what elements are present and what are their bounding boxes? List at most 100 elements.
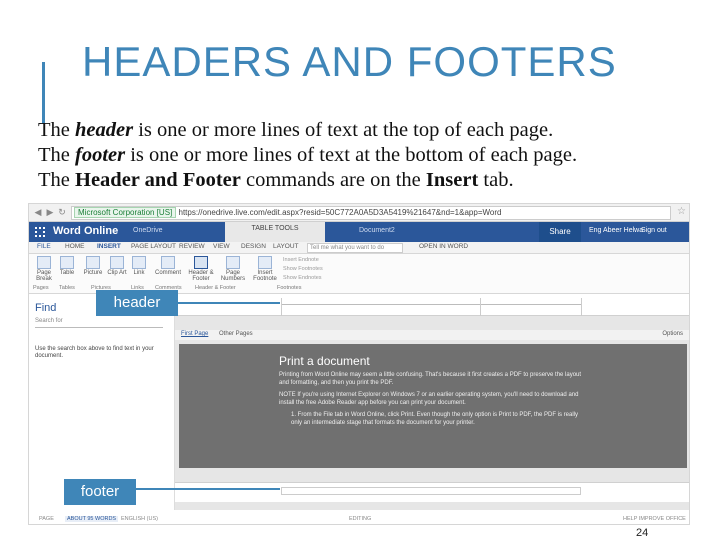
title-accent-bar: [42, 62, 45, 124]
term-header: header: [75, 119, 134, 141]
table-tools-tab[interactable]: TABLE TOOLS: [225, 222, 325, 242]
link-icon: [132, 256, 146, 269]
word-online-screenshot: ◀ ▶ ↻ Microsoft Corporation [US] https:/…: [28, 203, 690, 525]
body-line-footer: The footer is one or more lines of text …: [38, 143, 708, 168]
tell-me-input[interactable]: Tell me what you want to do: [307, 243, 403, 253]
footer-guide-box: [281, 487, 581, 495]
document-paragraph: Printing from Word Online may seem a lit…: [279, 372, 582, 386]
button-label: Link: [133, 270, 145, 276]
header-guide-line: [281, 304, 581, 305]
user-name[interactable]: Eng Abeer Helwa: [589, 227, 643, 234]
onedrive-link[interactable]: OneDrive: [133, 227, 163, 234]
document-content: Print a document Printing from Word Onli…: [279, 354, 589, 427]
slide-title: HEADERS AND FOOTERS: [82, 38, 617, 85]
page-break-button[interactable]: Page Break: [33, 256, 55, 282]
header-pane-tabs: First Page Other Pages Options: [175, 330, 689, 340]
header-divider: [281, 298, 282, 316]
status-language[interactable]: ENGLISH (US): [121, 516, 158, 522]
app-name[interactable]: Word Online: [53, 225, 118, 237]
document-note: NOTE If you're using Internet Explorer o…: [279, 392, 579, 406]
button-label: Header & Footer: [188, 270, 214, 282]
status-editing[interactable]: EDITING: [349, 516, 371, 522]
body-line-commands: The Header and Footer commands are on th…: [38, 168, 708, 193]
share-button[interactable]: Share: [539, 222, 581, 242]
tab-other-pages[interactable]: Other Pages: [219, 331, 253, 337]
insert-footnote-button[interactable]: Insert Footnote: [251, 256, 279, 282]
options-dropdown[interactable]: Options: [662, 331, 683, 337]
document-heading: Print a document: [279, 354, 370, 368]
open-in-word-button[interactable]: OPEN IN WORD: [419, 243, 468, 250]
show-endnotes-option[interactable]: Show Endnotes: [283, 275, 322, 281]
term-header-and-footer: Header and Footer: [75, 169, 241, 191]
app-launcher-icon[interactable]: [35, 227, 45, 237]
page-break-icon: [37, 256, 51, 269]
comment-icon: [161, 256, 175, 269]
table-button[interactable]: Table: [57, 256, 77, 276]
ribbon-tabs: FILE HOME INSERT PAGE LAYOUT REVIEW VIEW…: [29, 242, 689, 254]
comment-button[interactable]: Comment: [153, 256, 183, 276]
line-text: commands are on the: [240, 169, 426, 191]
tab-review[interactable]: REVIEW: [179, 243, 205, 250]
tab-layout[interactable]: LAYOUT: [273, 243, 299, 250]
header-footer-button[interactable]: Header & Footer: [187, 256, 215, 282]
group-label-header-footer: Header & Footer: [195, 285, 236, 291]
body-text: The header is one or more lines of text …: [38, 118, 708, 193]
bookmark-star-icon[interactable]: ☆: [677, 206, 686, 217]
line-text: The: [38, 119, 75, 141]
find-search-input[interactable]: Search for: [35, 318, 163, 328]
show-footnotes-option[interactable]: Show Footnotes: [283, 266, 323, 272]
button-label: Comment: [154, 270, 181, 276]
link-button[interactable]: Link: [129, 256, 149, 276]
status-help-improve[interactable]: HELP IMPROVE OFFICE: [623, 516, 686, 522]
sign-out-link[interactable]: Sign out: [641, 227, 667, 234]
tab-file[interactable]: FILE: [37, 243, 51, 250]
browser-bar: ◀ ▶ ↻ Microsoft Corporation [US] https:/…: [29, 204, 689, 222]
refresh-icon[interactable]: ↻: [57, 207, 67, 217]
line-text: The: [38, 144, 75, 166]
group-label-footnotes: Footnotes: [277, 285, 302, 291]
status-word-count: ABOUT 95 WORDS: [65, 516, 119, 522]
back-icon[interactable]: ◀: [33, 207, 43, 217]
address-bar[interactable]: Microsoft Corporation [US] https://onedr…: [71, 206, 671, 220]
tab-first-page[interactable]: First Page: [181, 331, 208, 337]
clip-art-button[interactable]: Clip Art: [107, 256, 127, 276]
header-callout: header: [96, 290, 178, 316]
line-text: is one or more lines of text at the bott…: [125, 144, 578, 166]
line-text: The: [38, 169, 75, 191]
document-name[interactable]: Document2: [359, 227, 395, 234]
footer-callout: footer: [64, 479, 136, 505]
tab-home[interactable]: HOME: [65, 243, 85, 250]
body-line-header: The header is one or more lines of text …: [38, 118, 708, 143]
header-callout-line: [178, 302, 280, 304]
page-numbers-icon: [226, 256, 240, 269]
button-label: Clip Art: [107, 270, 127, 276]
button-label: Page Numbers: [220, 270, 246, 282]
header-divider: [581, 298, 582, 316]
tab-view[interactable]: VIEW: [213, 243, 230, 250]
picture-icon: [86, 256, 100, 269]
footnote-icon: [258, 256, 272, 269]
insert-endnote-option[interactable]: Insert Endnote: [283, 257, 319, 263]
ribbon-insert: Page Break Table Picture Clip Art Link C…: [29, 254, 689, 294]
line-text: tab.: [478, 169, 514, 191]
document-page[interactable]: Print a document Printing from Word Onli…: [179, 344, 687, 468]
page-numbers-button[interactable]: Page Numbers: [219, 256, 247, 282]
footer-region[interactable]: [175, 482, 689, 502]
group-label-pages: Pages: [33, 285, 49, 291]
button-label: Table: [59, 270, 75, 276]
term-insert: Insert: [425, 169, 479, 191]
status-bar: PAGE ABOUT 95 WORDS ENGLISH (US) EDITING…: [29, 510, 689, 524]
picture-button[interactable]: Picture: [81, 256, 105, 276]
status-page: PAGE: [39, 516, 54, 522]
table-icon: [60, 256, 74, 269]
header-region[interactable]: [175, 294, 689, 316]
group-label-tables: Tables: [59, 285, 75, 291]
term-footer: footer: [75, 144, 126, 166]
line-text: is one or more lines of text at the top …: [133, 119, 554, 141]
tab-insert[interactable]: INSERT: [97, 243, 121, 250]
header-footer-icon: [194, 256, 208, 269]
tab-design[interactable]: DESIGN: [241, 243, 266, 250]
footer-callout-line: [136, 488, 280, 490]
forward-icon[interactable]: ▶: [45, 207, 55, 217]
tab-page-layout[interactable]: PAGE LAYOUT: [131, 243, 176, 250]
